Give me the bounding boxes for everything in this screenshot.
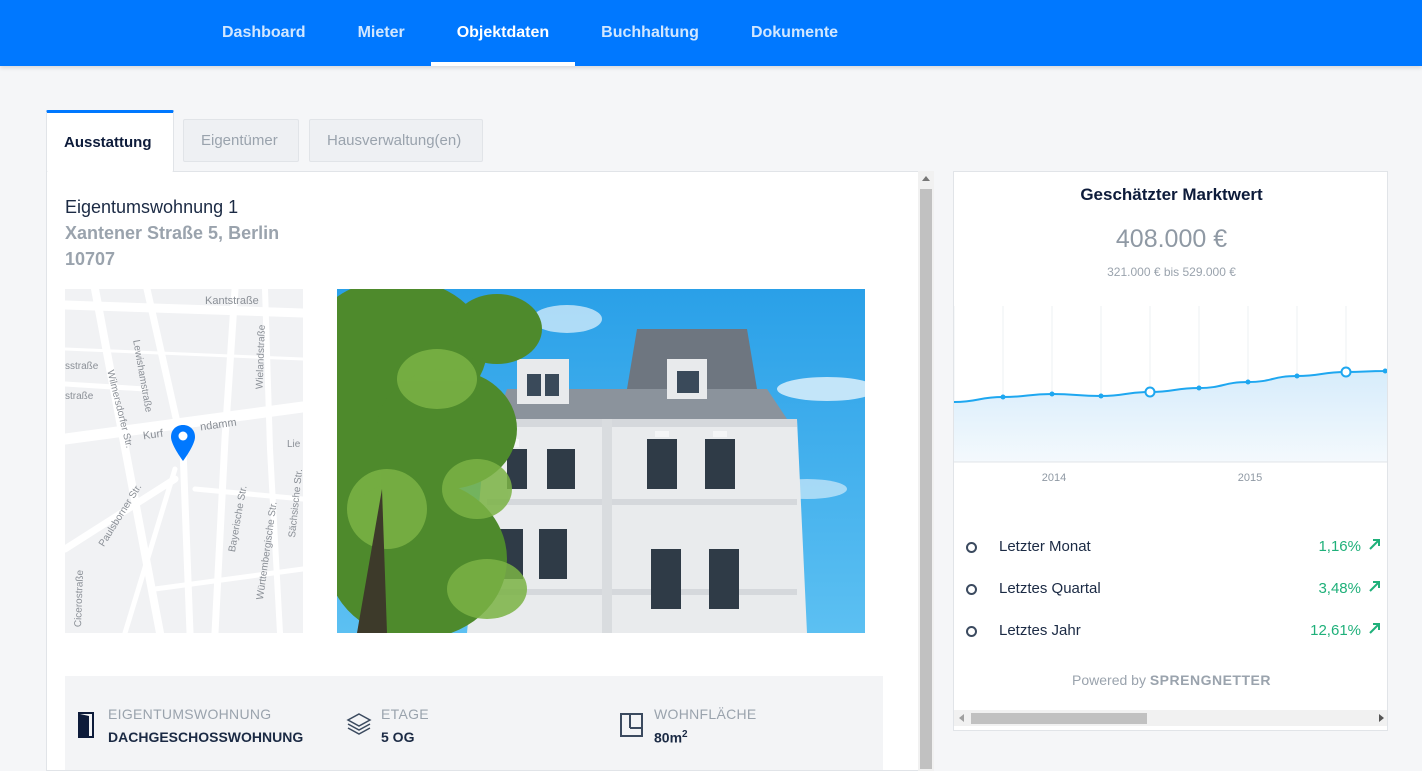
nav-dokumente[interactable]: Dokumente (725, 0, 864, 66)
tab-hausverwaltung[interactable]: Hausverwaltung(en) (309, 119, 483, 162)
tab-eigentuemer[interactable]: Eigentümer (183, 119, 299, 162)
nav-dashboard[interactable]: Dashboard (196, 0, 332, 66)
trend-label: Letztes Quartal (999, 580, 1101, 597)
chart-point[interactable] (1340, 366, 1352, 378)
left-panel-scrollbar[interactable] (918, 171, 934, 771)
map-label-cicerostrasse: Cicerostraße (73, 569, 86, 628)
nav-objektdaten[interactable]: Objektdaten (430, 0, 576, 66)
market-panel-hscrollbar[interactable] (954, 710, 1387, 726)
arrow-up-right-icon (1369, 581, 1380, 592)
area-value-unit-sup: 2 (682, 729, 688, 740)
market-value-title: Geschätzter Marktwert (1080, 185, 1263, 204)
chart-point[interactable] (1196, 385, 1202, 391)
area-value-number: 80m (654, 729, 683, 746)
arrow-up-right-icon (1369, 623, 1380, 634)
scroll-up-arrow-icon[interactable] (922, 176, 930, 181)
powered-by-prefix: Powered by (1072, 672, 1146, 688)
property-street: Xantener Straße 5, Berlin (65, 223, 280, 243)
powered-by-brand[interactable]: SPRENGNETTER (1150, 672, 1271, 688)
property-zip: 10707 (65, 249, 116, 269)
chart-point[interactable] (1245, 379, 1251, 385)
scroll-left-arrow-icon[interactable] (959, 714, 964, 722)
trend-list: Letzter Monat 1,16% Letztes Quartal 3,48… (954, 526, 1387, 652)
property-details-panel: Eigentumswohnung 1 Xantener Straße 5, Be… (46, 171, 934, 771)
attribute-type-label: EIGENTUMSWOHNUNG (108, 706, 272, 722)
attribute-area-value: 80m2 (654, 729, 688, 746)
stack-icon (346, 713, 372, 735)
market-value-range: 321.000 € bis 529.000 € (1107, 265, 1236, 279)
chart-area-fill (954, 370, 1387, 462)
map-pin-icon[interactable] (171, 425, 195, 461)
trend-marker-icon (966, 626, 977, 637)
property-name: Eigentumswohnung 1 (65, 197, 239, 217)
chart-point[interactable] (1144, 386, 1156, 398)
floorplan-icon (620, 713, 643, 737)
door-icon (78, 712, 94, 738)
trend-label: Letzter Monat (999, 538, 1091, 555)
market-value-chart[interactable]: 2014 2015 (954, 306, 1388, 496)
chart-point[interactable] (1049, 391, 1055, 397)
trend-marker-icon (966, 584, 977, 595)
arrow-up-right-icon (1369, 539, 1380, 550)
chart-point[interactable] (1000, 394, 1006, 400)
market-value-amount: 408.000 € (1115, 225, 1228, 253)
scrollbar-thumb[interactable] (920, 189, 932, 769)
trend-row-month[interactable]: Letzter Monat 1,16% (954, 526, 1387, 568)
attribute-type-value: DACHGESCHOSSWOHNUNG (108, 729, 304, 745)
trend-row-quarter[interactable]: Letztes Quartal 3,48% (954, 568, 1387, 610)
nav-mieter[interactable]: Mieter (332, 0, 431, 66)
attribute-floor-label: ETAGE (381, 706, 429, 722)
top-navigation-bar: Dashboard Mieter Objektdaten Buchhaltung… (0, 0, 1422, 66)
trend-value: 1,16% (1318, 538, 1361, 555)
chart-point[interactable] (1382, 368, 1388, 374)
map-label-partial-3: Lie (287, 439, 301, 450)
chart-x-tick-label: 2015 (1238, 472, 1262, 484)
tab-ausstattung[interactable]: Ausstattung (46, 110, 174, 172)
map-label-partial-2: straße (65, 391, 94, 402)
chart-point[interactable] (1098, 393, 1104, 399)
location-map[interactable]: Kantstraße sstraße straße Wilmersdorfer … (65, 289, 303, 633)
scroll-right-arrow-icon[interactable] (1379, 714, 1384, 722)
trend-row-year[interactable]: Letztes Jahr 12,61% (954, 610, 1387, 652)
map-label-wielandstrasse: Wielandstraße (254, 324, 268, 390)
hscrollbar-thumb[interactable] (971, 713, 1147, 724)
map-label-partial-1: sstraße (65, 361, 99, 372)
property-photo (337, 289, 865, 633)
nav-buchhaltung[interactable]: Buchhaltung (575, 0, 725, 66)
chart-x-tick-label: 2014 (1042, 472, 1066, 484)
chart-point[interactable] (1294, 373, 1300, 379)
market-value-panel: Geschätzter Marktwert 408.000 € 321.000 … (953, 171, 1388, 731)
trend-marker-icon (966, 542, 977, 553)
trend-label: Letztes Jahr (999, 622, 1081, 639)
main-nav: Dashboard Mieter Objektdaten Buchhaltung… (196, 0, 864, 66)
attribute-floor-value: 5 OG (381, 729, 415, 745)
powered-by: Powered by SPRENGNETTER (954, 672, 1387, 688)
attribute-area-label: WOHNFLÄCHE (654, 706, 757, 722)
trend-value: 3,48% (1318, 580, 1361, 597)
trend-value: 12,61% (1310, 622, 1361, 639)
map-label-kantstrasse: Kantstraße (205, 295, 259, 307)
property-attributes: EIGENTUMSWOHNUNG DACHGESCHOSSWOHNUNG ETA… (65, 676, 883, 770)
